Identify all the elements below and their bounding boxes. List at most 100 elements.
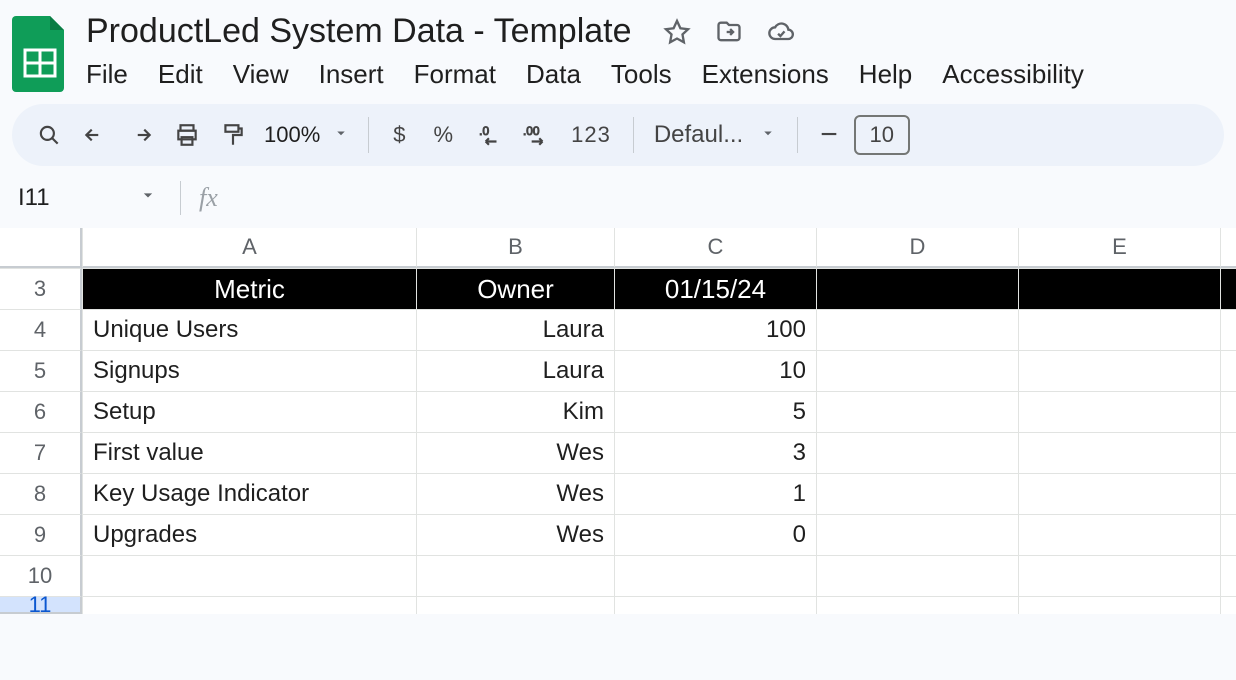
menu-insert[interactable]: Insert (319, 59, 384, 90)
cell-partial[interactable] (1220, 555, 1236, 596)
menu-file[interactable]: File (86, 59, 128, 90)
spreadsheet-grid[interactable]: A B C D E 3 Metric Owner 01/15/24 4 Uniq… (0, 228, 1236, 614)
row-header[interactable]: 9 (0, 514, 82, 555)
cell-C11[interactable] (614, 596, 816, 614)
cell-B6[interactable]: Kim (416, 391, 614, 432)
menu-format[interactable]: Format (414, 59, 496, 90)
cell-D5[interactable] (816, 350, 1018, 391)
cell-B3[interactable]: Owner (416, 268, 614, 309)
row-header[interactable]: 6 (0, 391, 82, 432)
cell-A8[interactable]: Key Usage Indicator (82, 473, 416, 514)
cell-E3[interactable] (1018, 268, 1220, 309)
cell-B7[interactable]: Wes (416, 432, 614, 473)
cell-partial[interactable] (1220, 268, 1236, 309)
cell-partial[interactable] (1220, 596, 1236, 614)
cell-D7[interactable] (816, 432, 1018, 473)
column-header-C[interactable]: C (614, 228, 816, 268)
cell-partial[interactable] (1220, 432, 1236, 473)
decrease-font-size-button[interactable]: − (812, 118, 846, 152)
row-header[interactable]: 3 (0, 268, 82, 309)
column-header-E[interactable]: E (1018, 228, 1220, 268)
search-icon[interactable] (30, 116, 68, 154)
cell-D3[interactable] (816, 268, 1018, 309)
cell-D8[interactable] (816, 473, 1018, 514)
cell-C6[interactable]: 5 (614, 391, 816, 432)
zoom-select[interactable]: 100% (260, 122, 354, 148)
cell-B9[interactable]: Wes (416, 514, 614, 555)
cell-A4[interactable]: Unique Users (82, 309, 416, 350)
cell-B4[interactable]: Laura (416, 309, 614, 350)
menu-edit[interactable]: Edit (158, 59, 203, 90)
cell-B11[interactable] (416, 596, 614, 614)
row-header[interactable]: 8 (0, 473, 82, 514)
undo-icon[interactable] (76, 116, 114, 154)
cell-partial[interactable] (1220, 391, 1236, 432)
decrease-decimal-icon[interactable]: .0 (471, 116, 509, 154)
row-header[interactable]: 5 (0, 350, 82, 391)
cell-C8[interactable]: 1 (614, 473, 816, 514)
cell-E7[interactable] (1018, 432, 1220, 473)
menu-help[interactable]: Help (859, 59, 912, 90)
cell-A10[interactable] (82, 555, 416, 596)
cell-C7[interactable]: 3 (614, 432, 816, 473)
cell-B10[interactable] (416, 555, 614, 596)
cell-D4[interactable] (816, 309, 1018, 350)
cell-partial[interactable] (1220, 309, 1236, 350)
cloud-status-icon[interactable] (766, 17, 796, 47)
cell-A11[interactable] (82, 596, 416, 614)
cell-D10[interactable] (816, 555, 1018, 596)
menu-tools[interactable]: Tools (611, 59, 672, 90)
cell-C10[interactable] (614, 555, 816, 596)
font-select[interactable]: Defaul... (648, 121, 783, 149)
print-icon[interactable] (168, 116, 206, 154)
increase-decimal-icon[interactable]: .00 (517, 116, 555, 154)
cell-E8[interactable] (1018, 473, 1220, 514)
column-header-D[interactable]: D (816, 228, 1018, 268)
cell-A3[interactable]: Metric (82, 268, 416, 309)
document-title[interactable]: ProductLed System Data - Template (82, 10, 636, 53)
cell-B5[interactable]: Laura (416, 350, 614, 391)
row-header[interactable]: 7 (0, 432, 82, 473)
cell-E9[interactable] (1018, 514, 1220, 555)
cell-A7[interactable]: First value (82, 432, 416, 473)
paint-format-icon[interactable] (214, 116, 252, 154)
cell-D11[interactable] (816, 596, 1018, 614)
menu-view[interactable]: View (233, 59, 289, 90)
cell-partial[interactable] (1220, 473, 1236, 514)
row-header[interactable]: 10 (0, 555, 82, 596)
cell-partial[interactable] (1220, 514, 1236, 555)
name-box[interactable]: I11 (0, 184, 180, 212)
cell-E6[interactable] (1018, 391, 1220, 432)
cell-D9[interactable] (816, 514, 1018, 555)
cell-E10[interactable] (1018, 555, 1220, 596)
cell-E11[interactable] (1018, 596, 1220, 614)
column-header-partial[interactable] (1220, 228, 1236, 268)
redo-icon[interactable] (122, 116, 160, 154)
cell-partial[interactable] (1220, 350, 1236, 391)
format-currency-button[interactable]: $ (383, 122, 415, 148)
cell-B8[interactable]: Wes (416, 473, 614, 514)
cell-A5[interactable]: Signups (82, 350, 416, 391)
more-formats-button[interactable]: 123 (563, 122, 619, 148)
row-header[interactable]: 4 (0, 309, 82, 350)
cell-A9[interactable]: Upgrades (82, 514, 416, 555)
star-icon[interactable] (662, 17, 692, 47)
cell-A6[interactable]: Setup (82, 391, 416, 432)
cell-C3[interactable]: 01/15/24 (614, 268, 816, 309)
cell-D6[interactable] (816, 391, 1018, 432)
select-all-corner[interactable] (0, 228, 82, 268)
cell-E5[interactable] (1018, 350, 1220, 391)
menu-accessibility[interactable]: Accessibility (942, 59, 1084, 90)
column-header-A[interactable]: A (82, 228, 416, 268)
format-percent-button[interactable]: % (424, 122, 464, 148)
move-to-folder-icon[interactable] (714, 17, 744, 47)
cell-C4[interactable]: 100 (614, 309, 816, 350)
cell-C9[interactable]: 0 (614, 514, 816, 555)
menu-extensions[interactable]: Extensions (702, 59, 829, 90)
row-header[interactable]: 11 (0, 596, 82, 614)
column-header-B[interactable]: B (416, 228, 614, 268)
font-size-input[interactable]: 10 (854, 115, 910, 155)
menu-data[interactable]: Data (526, 59, 581, 90)
cell-E4[interactable] (1018, 309, 1220, 350)
cell-C5[interactable]: 10 (614, 350, 816, 391)
